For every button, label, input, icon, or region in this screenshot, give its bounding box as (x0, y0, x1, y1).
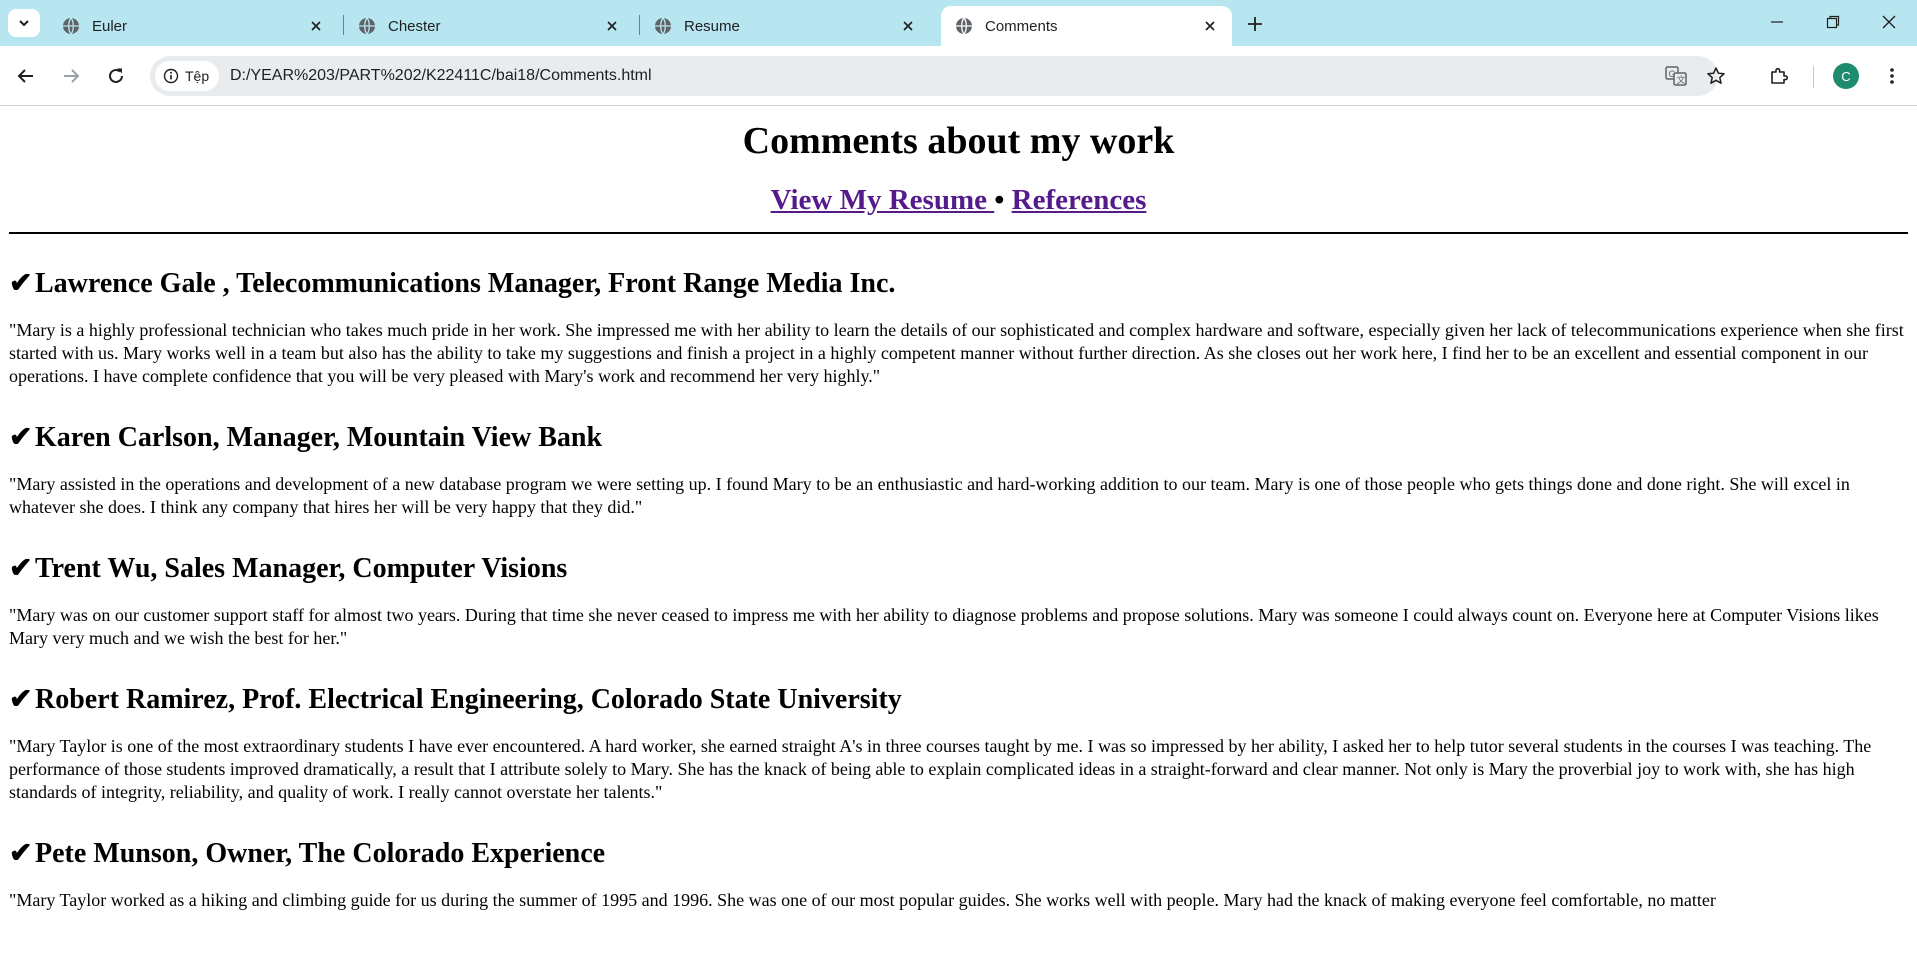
commenter-name: Trent Wu, Sales Manager, Computer Vision… (35, 553, 568, 584)
restore-button[interactable] (1805, 0, 1861, 44)
minimize-icon (1771, 21, 1783, 23)
close-window-button[interactable] (1861, 0, 1917, 44)
back-button[interactable] (10, 60, 42, 92)
comment-entry: ✔Robert Ramirez, Prof. Electrical Engine… (9, 683, 1908, 804)
puzzle-icon (1771, 67, 1789, 84)
close-icon (1882, 15, 1896, 29)
translate-icon[interactable]: G文 (1664, 64, 1688, 88)
browser-toolbar: Tệp D:/YEAR%203/PART%202/K22411C/bai18/C… (0, 46, 1917, 106)
site-chip-label: Tệp (185, 68, 210, 84)
comment-heading: ✔Lawrence Gale , Telecommunications Mana… (9, 267, 1908, 301)
tab-title: Chester (388, 17, 441, 35)
globe-icon (955, 17, 973, 35)
commenter-name: Lawrence Gale , Telecommunications Manag… (35, 268, 896, 299)
close-icon[interactable] (896, 14, 920, 38)
comment-entry: ✔Pete Munson, Owner, The Colorado Experi… (9, 837, 1908, 912)
resume-link[interactable]: View My Resume (771, 184, 995, 216)
globe-icon (62, 17, 80, 35)
info-icon (163, 68, 179, 84)
check-icon: ✔ (9, 684, 33, 715)
commenter-name: Pete Munson, Owner, The Colorado Experie… (35, 838, 606, 869)
check-icon: ✔ (9, 553, 33, 584)
extensions-button[interactable] (1763, 60, 1795, 92)
close-icon[interactable] (304, 14, 328, 38)
globe-icon (358, 17, 376, 35)
check-icon: ✔ (9, 268, 33, 299)
minimize-button[interactable] (1749, 0, 1805, 44)
arrow-left-icon (17, 69, 33, 83)
comment-heading: ✔Pete Munson, Owner, The Colorado Experi… (9, 837, 1908, 871)
comment-text: "Mary Taylor is one of the most extraord… (9, 736, 1872, 802)
tab-search-button[interactable] (8, 9, 40, 37)
divider (9, 232, 1908, 234)
plus-icon (1248, 17, 1262, 31)
page-title: Comments about my work (742, 120, 1175, 162)
tab-euler[interactable]: Euler (48, 6, 338, 46)
toolbar-divider (1813, 66, 1814, 88)
chevron-down-icon (19, 20, 29, 27)
comment-text: "Mary is a highly professional technicia… (9, 320, 1904, 386)
forward-button[interactable] (55, 60, 87, 92)
close-icon[interactable] (1198, 14, 1222, 38)
tab-chester[interactable]: Chester (344, 6, 634, 46)
address-bar[interactable]: Tệp D:/YEAR%203/PART%202/K22411C/bai18/C… (150, 56, 1725, 96)
tab-comments[interactable]: Comments (941, 6, 1232, 46)
page-content: Comments about my work View My Resume • … (0, 107, 1917, 953)
url-text[interactable]: D:/YEAR%203/PART%202/K22411C/bai18/Comme… (230, 56, 652, 96)
comment-text: "Mary Taylor worked as a hiking and clim… (9, 890, 1716, 910)
svg-text:文: 文 (1677, 74, 1686, 85)
commenter-name: Karen Carlson, Manager, Mountain View Ba… (35, 422, 603, 453)
tab-title: Euler (92, 17, 128, 35)
more-vert-icon (1890, 68, 1894, 84)
reload-icon (109, 68, 123, 83)
comment-text: "Mary was on our customer support staff … (9, 605, 1879, 648)
star-icon[interactable] (1704, 64, 1728, 88)
comment-entry: ✔Trent Wu, Sales Manager, Computer Visio… (9, 552, 1908, 650)
comment-text: "Mary assisted in the operations and dev… (9, 474, 1850, 517)
arrow-right-icon (64, 69, 80, 83)
comment-heading: ✔Karen Carlson, Manager, Mountain View B… (9, 421, 1908, 455)
tab-strip: Euler Chester Resume Comments (0, 0, 1917, 46)
reload-button[interactable] (100, 60, 132, 92)
comment-entry: ✔Lawrence Gale , Telecommunications Mana… (9, 267, 1908, 388)
check-icon: ✔ (9, 838, 33, 869)
profile-button[interactable]: C (1830, 60, 1862, 92)
comment-entry: ✔Karen Carlson, Manager, Mountain View B… (9, 421, 1908, 519)
commenter-name: Robert Ramirez, Prof. Electrical Enginee… (35, 684, 902, 715)
site-info-chip[interactable]: Tệp (155, 61, 220, 91)
restore-icon (1826, 15, 1840, 29)
check-icon: ✔ (9, 422, 33, 453)
menu-button[interactable] (1876, 60, 1908, 92)
tab-title: Resume (684, 17, 740, 35)
tab-resume[interactable]: Resume (640, 6, 930, 46)
tab-title: Comments (985, 17, 1058, 35)
link-separator: • (994, 184, 1005, 216)
comment-heading: ✔Trent Wu, Sales Manager, Computer Visio… (9, 552, 1908, 586)
globe-icon (654, 17, 672, 35)
close-icon[interactable] (600, 14, 624, 38)
comment-heading: ✔Robert Ramirez, Prof. Electrical Engine… (9, 683, 1908, 717)
references-link[interactable]: References (1012, 184, 1147, 216)
avatar: C (1833, 63, 1859, 89)
page-nav-links: View My Resume • References (9, 182, 1908, 218)
new-tab-button[interactable] (1241, 10, 1269, 38)
